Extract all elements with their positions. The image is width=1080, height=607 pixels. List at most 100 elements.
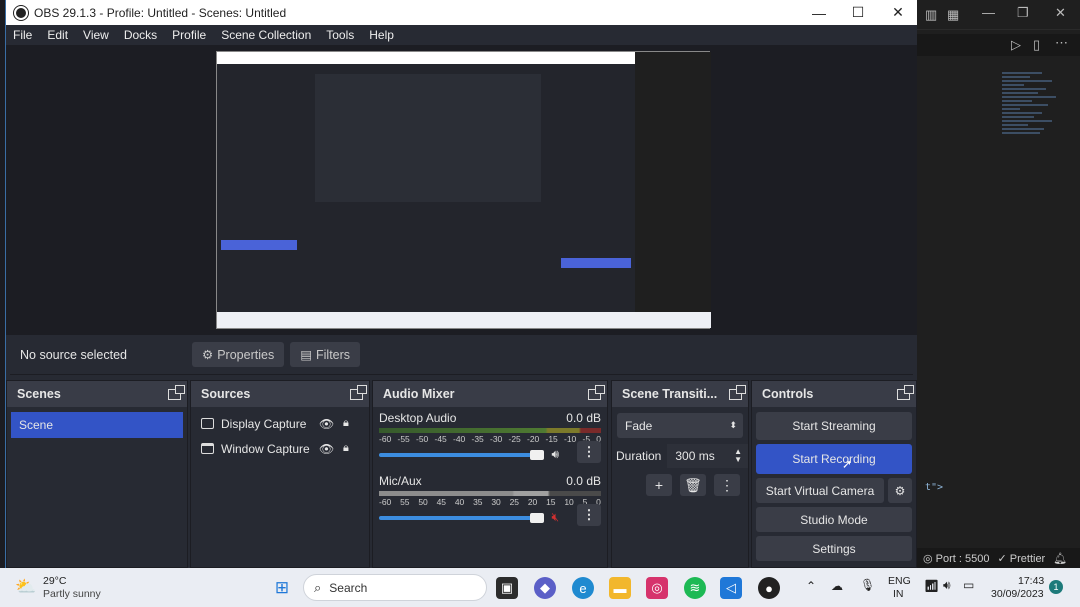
onedrive-icon[interactable]: ☁	[831, 579, 843, 593]
vscode-icon[interactable]: ◁	[720, 577, 742, 599]
channel-menu-button[interactable]: ⋮	[577, 504, 601, 526]
channel-menu-button[interactable]: ⋮	[577, 441, 601, 463]
close-button[interactable]: ✕	[878, 0, 918, 25]
mouse-cursor-icon: ➚	[842, 457, 853, 471]
clock-date[interactable]: 30/09/2023	[991, 588, 1044, 600]
file-explorer-icon[interactable]: ▬	[609, 577, 631, 599]
start-recording-label: Start Recording	[792, 452, 876, 466]
chevron-up-icon[interactable]: ⌃	[806, 579, 816, 593]
edge-icon[interactable]: e	[572, 577, 594, 599]
maximize-button[interactable]: ☐	[838, 0, 878, 25]
spin-arrows-icon[interactable]: ▲ ▼	[734, 448, 742, 464]
docks-area: Scenes Scene Sources Display Capture 👁︎ …	[6, 376, 918, 568]
muted-speaker-icon[interactable]: 🔇︎	[551, 510, 559, 525]
start-streaming-button[interactable]: Start Streaming	[756, 412, 912, 440]
code-snippet: t">	[925, 482, 944, 493]
scenes-header: Scenes	[7, 381, 187, 407]
audio-mixer-dock: Audio Mixer Desktop Audio 0.0 dB -60 -55 -5…	[372, 380, 608, 568]
check-icon: ✓	[997, 552, 1010, 565]
battery-icon[interactable]: ▭	[963, 578, 974, 592]
menu-file[interactable]: File	[6, 28, 40, 42]
lock-icon[interactable]: 🔒︎	[343, 417, 349, 430]
volume-slider[interactable]: 🔊︎	[379, 447, 601, 462]
controls-header: Controls	[752, 381, 916, 407]
scene-item[interactable]: Scene	[11, 412, 183, 438]
undock-icon[interactable]	[897, 384, 914, 400]
more-icon[interactable]: ⋯	[1055, 35, 1068, 51]
trash-icon: 🗑︎	[684, 476, 702, 493]
vscode-window: ▥ ▦ — ❐ ✕ ▷ ▯ ⋯ t"> ◎ Port : 5500 ✓ Pret…	[917, 0, 1080, 568]
menu-tools[interactable]: Tools	[319, 28, 362, 42]
transition-select[interactable]: Fade ⬍	[617, 413, 743, 438]
volume-meter	[379, 428, 601, 433]
obs-taskbar-icon[interactable]: ●	[758, 577, 780, 599]
prettier-status[interactable]: ✓ Prettier	[997, 552, 1045, 565]
speaker-icon[interactable]: 🔊︎	[551, 447, 559, 462]
port-status[interactable]: ◎ Port : 5500	[923, 552, 989, 565]
remove-transition-button[interactable]: 🗑︎	[680, 474, 706, 496]
no-source-label: No source selected	[20, 347, 128, 362]
source-display-capture[interactable]: Display Capture 👁︎ 🔒︎	[191, 411, 369, 436]
weather-temp[interactable]: 29°C	[43, 575, 66, 587]
wifi-icon[interactable]: 📶︎	[924, 579, 939, 593]
lang-eng[interactable]: ENG	[888, 575, 911, 587]
bell-icon[interactable]: 🔔︎	[1053, 552, 1067, 565]
spotify-icon[interactable]: ≋	[684, 577, 706, 599]
taskbar-search[interactable]: ⌕ Search	[303, 574, 487, 601]
minimap	[1002, 70, 1062, 300]
volume-icon[interactable]: 🔊︎	[943, 578, 951, 593]
lock-icon[interactable]: 🔒︎	[343, 442, 349, 455]
undock-icon[interactable]	[350, 384, 367, 400]
minimize-button[interactable]: —	[799, 0, 839, 25]
weather-condition[interactable]: Partly sunny	[43, 588, 101, 600]
menu-profile[interactable]: Profile	[165, 28, 214, 42]
split-editor-icon[interactable]: ▯	[1033, 37, 1040, 53]
undock-icon[interactable]	[588, 384, 605, 400]
menu-scene-collection[interactable]: Scene Collection	[214, 28, 319, 42]
undock-icon[interactable]	[168, 384, 185, 400]
eye-icon[interactable]: 👁︎	[319, 417, 334, 431]
run-icon[interactable]: ▷	[1011, 37, 1021, 53]
restore-icon[interactable]: ❐	[1017, 5, 1029, 21]
clock-time[interactable]: 17:43	[1018, 575, 1044, 587]
minimize-icon[interactable]: —	[982, 5, 995, 20]
virtual-camera-settings-button[interactable]: ⚙	[888, 478, 912, 503]
customize-layout-icon[interactable]: ▦	[947, 7, 959, 23]
preview-canvas[interactable]	[6, 45, 917, 335]
studio-mode-button[interactable]: Studio Mode	[756, 507, 912, 532]
lang-in[interactable]: IN	[893, 588, 904, 600]
menu-docks[interactable]: Docks	[117, 28, 165, 42]
source-window-capture[interactable]: Window Capture 👁︎ 🔒︎	[191, 436, 369, 461]
menu-help[interactable]: Help	[362, 28, 402, 42]
task-view-icon[interactable]: ▣	[496, 577, 518, 599]
properties-button[interactable]: ⚙ Properties	[192, 342, 285, 367]
scenes-title: Scenes	[17, 387, 61, 401]
channel-db: 0.0 dB	[566, 411, 601, 425]
filters-button[interactable]: ▤ Filters	[290, 342, 361, 367]
controls-title: Controls	[762, 387, 814, 401]
windows-start-icon[interactable]: ⊞	[271, 577, 293, 599]
notification-badge[interactable]: 1	[1049, 580, 1063, 594]
obs-window: OBS 29.1.3 - Profile: Untitled - Scenes:…	[5, 0, 917, 568]
duration-spinbox[interactable]: 300 ms ▲ ▼	[667, 444, 748, 468]
transitions-header: Scene Transiti...	[612, 381, 748, 407]
settings-button[interactable]: Settings	[756, 536, 912, 561]
duration-row: Duration 300 ms ▲ ▼	[612, 444, 748, 468]
menu-edit[interactable]: Edit	[40, 28, 76, 42]
volume-slider[interactable]: 🔇︎	[379, 510, 601, 525]
microphone-icon[interactable]: 🎙︎	[860, 578, 875, 592]
close-icon[interactable]: ✕	[1055, 5, 1066, 21]
start-virtual-camera-button[interactable]: Start Virtual Camera	[756, 478, 884, 503]
menu-view[interactable]: View	[76, 28, 117, 42]
undock-icon[interactable]	[729, 384, 746, 400]
add-transition-button[interactable]: +	[646, 474, 672, 496]
source-label: Window Capture	[221, 441, 310, 456]
weather-icon[interactable]: ⛅	[15, 577, 36, 597]
eye-icon[interactable]: 👁︎	[319, 442, 334, 456]
sources-header: Sources	[191, 381, 369, 407]
start-recording-button[interactable]: Start Recording ➚	[756, 444, 912, 474]
instagram-icon[interactable]: ◎	[646, 577, 668, 599]
transition-menu-button[interactable]: ⋮	[714, 474, 740, 496]
teams-chat-icon[interactable]: ◆	[534, 577, 556, 599]
layout-icon[interactable]: ▥	[925, 7, 937, 23]
